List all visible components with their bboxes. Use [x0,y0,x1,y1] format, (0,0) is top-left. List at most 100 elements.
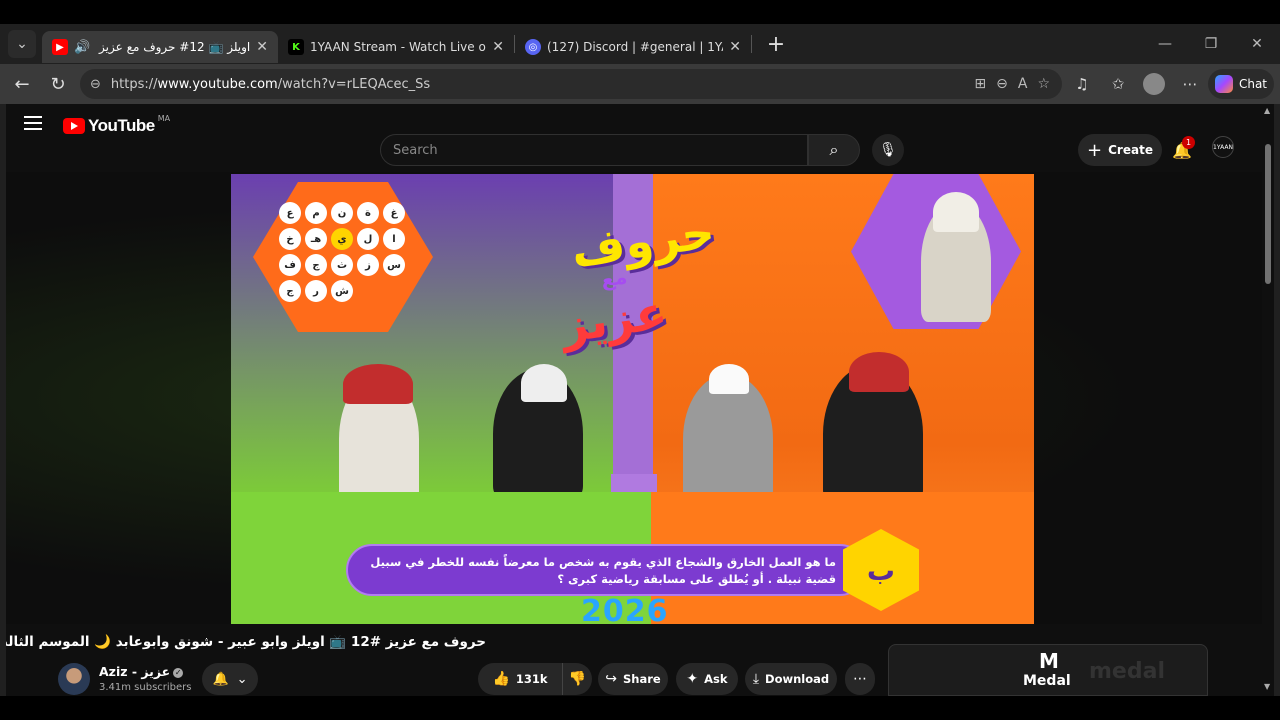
youtube-logo[interactable]: YouTube MA [63,113,171,136]
tab-label: (127) Discord | #general | 1YAAN [547,40,723,54]
youtube-page: YouTube MA Search ⌕ 🎙 + Create 🔔 1 1YAAN… [6,104,1274,696]
letter-cell: ر [305,280,327,302]
url-text[interactable]: https://www.youtube.com/watch?v=rLEQAcec… [111,77,974,92]
kick-icon: K [288,39,304,55]
scroll-up-icon[interactable]: ▲ [1264,106,1270,115]
letter-grid: ع م ن ة غ خ هـ ي ل ا ف ج ث ز س ج ر ش [279,202,407,302]
close-tab-icon[interactable]: ✕ [492,39,504,55]
letter-cell: ن [331,202,353,224]
tab-youtube[interactable]: ▶ 🔊 اويلز 📺 12# حروف مع عزيز (1) ✕ [42,31,278,63]
new-tab-button[interactable]: + [762,32,790,57]
contestant-3-headwear [709,364,749,394]
search-button[interactable]: ⌕ [808,134,860,166]
voice-search-button[interactable]: 🎙 [872,134,904,166]
letter-cell: ا [383,228,405,250]
favorites-icon[interactable]: ✩ [1102,68,1134,100]
close-tab-icon[interactable]: ✕ [256,39,268,55]
close-tab-icon[interactable]: ✕ [729,39,741,55]
chevron-down-icon: ⌄ [236,671,248,687]
medal-ad-card[interactable]: medal M Medal [888,644,1208,696]
tab-kick[interactable]: K 1YAAN Stream - Watch Live on Kick ✕ [278,31,514,63]
zoom-icon[interactable]: ⊖ [996,76,1008,92]
media-control-icon[interactable]: ♫ [1066,68,1098,100]
search-placeholder: Search [393,142,438,158]
more-actions-button[interactable]: ⋯ [845,663,875,695]
favorite-star-icon[interactable]: ☆ [1037,76,1050,92]
video-player[interactable]: ع م ن ة غ خ هـ ي ل ا ف ج ث ز س ج ر ش حرو… [231,174,1034,624]
like-count: 131k [515,672,548,686]
channel-name[interactable]: Aziz - عزيز ✓ [99,664,184,679]
microphone-icon: 🎙 [879,142,897,158]
tab-label: 1YAAN Stream - Watch Live on Kick [310,40,486,54]
window-controls: — ❐ ✕ [1142,24,1280,64]
tab-discord[interactable]: ◎ (127) Discord | #general | 1YAAN ✕ [515,31,751,63]
letter-cell: ز [357,254,379,276]
contestant-2-headwear [521,364,567,402]
letter-cell: ج [305,254,327,276]
site-info-icon[interactable]: ⊖ [90,77,101,92]
letter-cell: ف [279,254,301,276]
letter-cell: م [305,202,327,224]
tab-actions-button[interactable]: ⌄ [8,30,36,58]
account-avatar[interactable]: 1YAAN [1212,136,1234,158]
copilot-icon [1214,75,1233,93]
video-title: حروف مع عزيز #12 📺 اويلز وابو عبير - شون… [6,634,486,650]
scroll-down-icon[interactable]: ▼ [1264,682,1270,691]
close-window-icon[interactable]: ✕ [1234,24,1280,64]
scrollbar-thumb[interactable] [1265,144,1271,284]
bell-icon: 🔔 [212,671,229,687]
download-label: Download [765,672,830,686]
app-available-icon[interactable]: ⊞ [974,76,986,92]
chat-label: Chat [1238,77,1268,91]
letter-cell: ل [357,228,379,250]
share-button[interactable]: ↪ Share [598,663,668,695]
letter-cell-highlighted: ي [331,228,353,250]
profile-avatar[interactable] [1143,73,1165,95]
letter-cell: ة [357,202,379,224]
search-input[interactable]: Search [380,134,808,166]
share-icon: ↪ [605,671,618,687]
letter-cell: ع [279,202,301,224]
medal-label: Medal [1023,673,1071,689]
discord-icon: ◎ [525,39,541,55]
copilot-chat-button[interactable]: Chat [1208,69,1274,99]
navigation-bar: ← ↻ ⊖ https://www.youtube.com/watch?v=rL… [0,64,1280,104]
channel-avatar[interactable] [58,663,90,695]
speaker-icon[interactable]: 🔊 [74,40,90,55]
download-button[interactable]: ⤓ Download [745,663,837,695]
medal-logo-icon: M [1039,649,1059,673]
address-bar[interactable]: ⊖ https://www.youtube.com/watch?v=rLEQAc… [80,69,1062,99]
back-icon[interactable]: ← [4,68,40,100]
create-button[interactable]: + Create [1078,134,1162,166]
more-icon: ⋯ [853,671,867,687]
create-label: Create [1108,143,1153,157]
youtube-wordmark: YouTube [88,116,155,135]
browser-window: ⌄ ▶ 🔊 اويلز 📺 12# حروف مع عزيز (1) ✕ K 1… [0,24,1280,696]
subscription-bell-button[interactable]: 🔔 ⌄ [202,663,258,695]
country-code: MA [157,113,171,123]
show-logo-line-2: مع [599,264,629,292]
show-logo-line-1: حروف [567,204,718,278]
page-scrollbar[interactable]: ▲ ▼ [1262,104,1274,696]
thumbs-up-icon: 👍 [492,671,510,687]
tab-strip: ⌄ ▶ 🔊 اويلز 📺 12# حروف مع عزيز (1) ✕ K 1… [0,24,1280,64]
read-aloud-icon[interactable]: A [1018,76,1028,92]
verified-icon: ✓ [173,667,184,678]
youtube-icon: ▶ [52,39,68,55]
like-button[interactable]: 👍 131k [478,663,562,695]
thumbs-down-icon: 👎 [568,671,587,687]
dislike-button[interactable]: 👎 [562,663,592,695]
ask-label: Ask [704,672,728,686]
more-options-icon[interactable]: ⋯ [1174,68,1206,100]
subscriber-count: 3.41m subscribers [99,682,192,693]
minimize-icon[interactable]: — [1142,24,1188,64]
refresh-icon[interactable]: ↻ [40,68,76,100]
letter-cell: غ [383,202,405,224]
restore-icon[interactable]: ❐ [1188,24,1234,64]
notification-badge: 1 [1182,136,1195,149]
contestant-4-headwear [849,352,909,392]
medal-background-text: medal [1089,659,1165,684]
guide-menu-icon[interactable] [24,116,42,130]
ask-button[interactable]: ✦ Ask [676,663,738,695]
plus-icon: + [1087,139,1103,161]
